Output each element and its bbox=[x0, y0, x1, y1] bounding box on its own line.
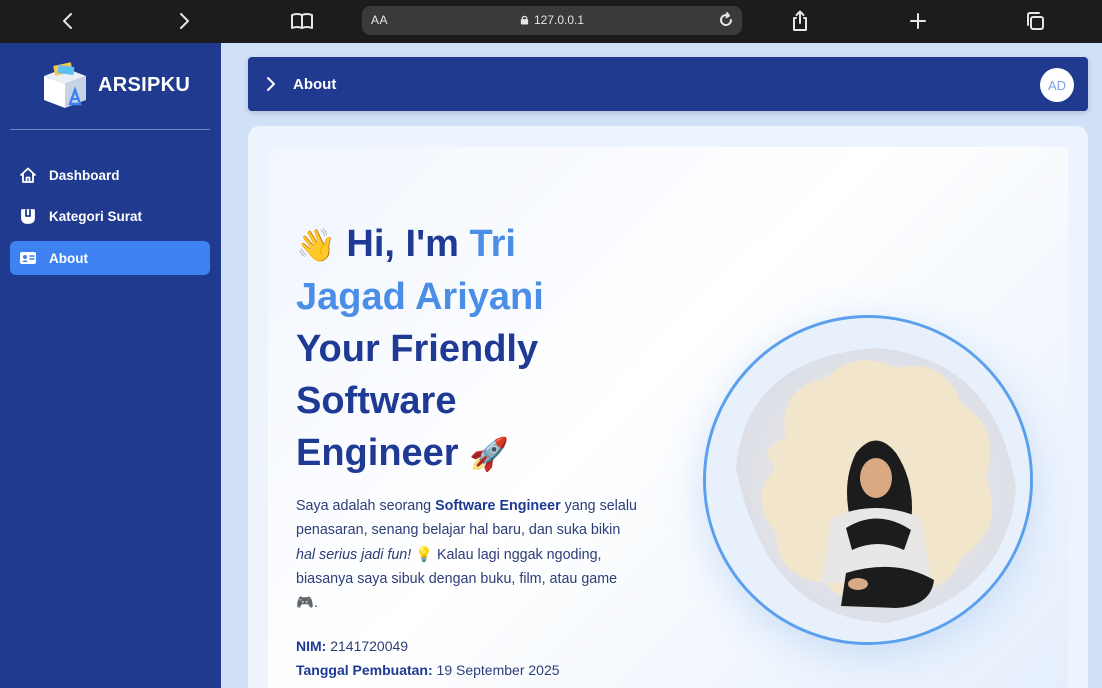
tabs-icon[interactable] bbox=[1019, 6, 1051, 36]
reader-icon[interactable] bbox=[286, 6, 318, 36]
home-icon bbox=[18, 165, 38, 185]
sidebar: ARSIPKU Dashboard Kategori Surat About bbox=[0, 43, 221, 688]
brand[interactable]: ARSIPKU bbox=[40, 60, 190, 110]
waving-hand-emoji: 👋 bbox=[296, 227, 336, 263]
desc-highlight: Software Engineer bbox=[435, 498, 561, 514]
id-card-icon bbox=[18, 248, 38, 268]
category-icon bbox=[18, 206, 38, 226]
chevron-right-icon[interactable] bbox=[266, 76, 276, 97]
page-title: About bbox=[293, 76, 337, 93]
date-value: 19 September 2025 bbox=[432, 662, 560, 678]
avatar[interactable]: AD bbox=[1040, 68, 1074, 102]
date-row: Tanggal Pembuatan: 19 September 2025 bbox=[296, 662, 560, 678]
back-icon[interactable] bbox=[52, 6, 84, 36]
sidebar-item-about[interactable]: About bbox=[10, 241, 210, 275]
rocket-emoji: 🚀 bbox=[469, 436, 510, 472]
archive-box-logo bbox=[44, 62, 86, 108]
brand-name: ARSIPKU bbox=[98, 73, 191, 96]
sidebar-item-label: Dashboard bbox=[49, 167, 120, 183]
share-icon[interactable] bbox=[784, 6, 816, 36]
sidebar-divider bbox=[10, 129, 210, 130]
nim-row: NIM: 2141720049 bbox=[296, 638, 408, 654]
lock-icon bbox=[520, 15, 529, 25]
sidebar-item-kategori-surat[interactable]: Kategori Surat bbox=[10, 199, 210, 233]
game-controller-emoji: 🎮 bbox=[296, 595, 314, 612]
greeting-text: Hi, I'm bbox=[346, 223, 470, 265]
page-header: About AD bbox=[248, 57, 1088, 111]
address-bar[interactable]: AA 127.0.0.1 bbox=[362, 6, 742, 35]
address-text: 127.0.0.1 bbox=[533, 13, 585, 27]
sidebar-item-label: About bbox=[49, 250, 88, 266]
nim-label: NIM: bbox=[296, 638, 327, 654]
sidebar-item-dashboard[interactable]: Dashboard bbox=[10, 158, 210, 192]
nim-value: 2141720049 bbox=[326, 638, 409, 654]
forward-icon[interactable] bbox=[168, 6, 200, 36]
browser-toolbar: AA 127.0.0.1 bbox=[0, 0, 1102, 43]
profile-photo bbox=[703, 315, 1033, 645]
about-description: Saya adalah seorang Software Engineer ya… bbox=[296, 498, 637, 612]
desc-italic: hal serius jadi fun! bbox=[296, 546, 412, 563]
date-label: Tanggal Pembuatan: bbox=[296, 662, 433, 678]
bulb-emoji: 💡 bbox=[411, 546, 437, 563]
add-tab-icon[interactable] bbox=[902, 6, 934, 36]
hero-heading: 👋 Hi, I'm Tri Jagad Ariyani Your Friendl… bbox=[296, 218, 596, 480]
reload-icon[interactable] bbox=[716, 10, 736, 35]
sidebar-item-label: Kategori Surat bbox=[49, 208, 143, 224]
